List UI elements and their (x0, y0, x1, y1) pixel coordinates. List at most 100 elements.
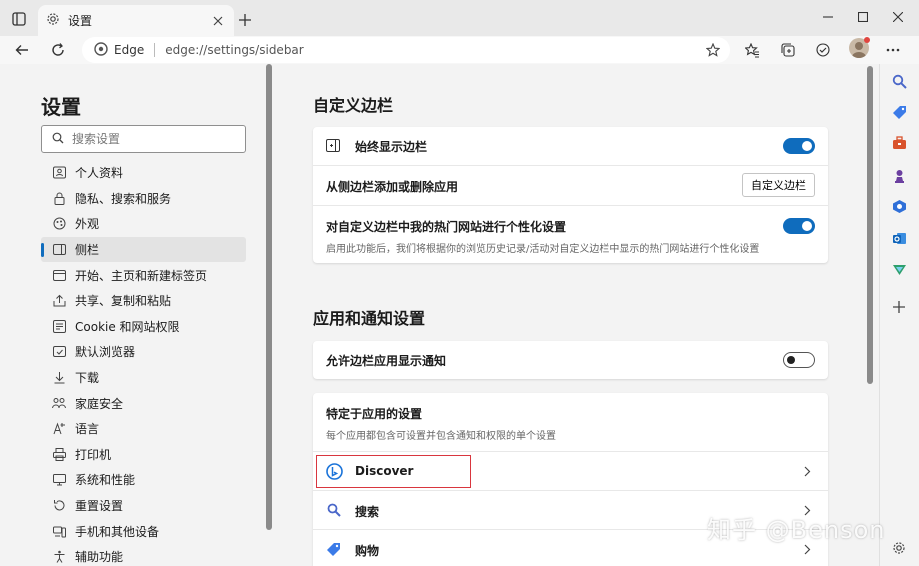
system-icon (51, 472, 67, 488)
search-box[interactable] (41, 125, 246, 153)
back-icon[interactable] (10, 38, 34, 62)
page-title: 设置 (41, 95, 81, 119)
nav-item-label: 系统和性能 (75, 473, 136, 488)
nav-item-label: 开始、主页和新建标签页 (75, 268, 208, 283)
nav-item-sidebar[interactable]: 侧栏 (41, 236, 246, 263)
customize-sidebar-button[interactable]: 自定义边栏 (742, 173, 815, 197)
nav-item-default-browser[interactable]: 默认浏览器 (41, 339, 246, 365)
nav-item-label: 个人资料 (75, 166, 124, 181)
nav-item-cookies[interactable]: Cookie 和网站权限 (41, 314, 246, 340)
download-icon (51, 370, 67, 386)
notifications-card: 允许边栏应用显示通知 (313, 341, 828, 379)
row-personalize: 对自定义边栏中我的热门网站进行个性化设置 启用此功能后，我们将根据你的浏览历史记… (313, 205, 828, 263)
nav-item-profile[interactable]: 个人资料 (41, 160, 246, 186)
nav-item-label: 外观 (75, 217, 100, 232)
chevron-right-icon (802, 544, 812, 554)
notification-dot (864, 37, 870, 43)
new-tab-button[interactable] (234, 9, 256, 31)
gear-icon (46, 12, 60, 29)
sidebar-add-icon[interactable] (889, 297, 909, 317)
nav-item-appearance[interactable]: 外观 (41, 211, 246, 237)
address-separator (154, 43, 156, 57)
nav-item-accessibility[interactable]: 辅助功能 (41, 544, 246, 566)
sidebar-outlook-icon[interactable] (889, 228, 909, 248)
close-window-icon[interactable] (886, 6, 910, 28)
search-app-icon (327, 503, 341, 520)
app-specific-description: 每个应用都包含可设置并包含通知和权限的单个设置 (326, 431, 556, 442)
browser-essentials-icon[interactable] (811, 38, 835, 62)
favorites-icon[interactable] (740, 38, 764, 62)
nav-item-label: 侧栏 (75, 243, 100, 258)
more-options-icon[interactable] (881, 38, 905, 62)
reset-icon (51, 498, 67, 514)
nav-item-label: 手机和其他设备 (75, 524, 160, 539)
collections-icon[interactable] (776, 38, 800, 62)
nav-item-system[interactable]: 系统和性能 (41, 467, 246, 493)
app-row-discover[interactable]: Discover (313, 451, 828, 490)
tab-actions-icon[interactable] (8, 8, 30, 30)
nav-item-phone[interactable]: 手机和其他设备 (41, 518, 246, 544)
settings-nav: 设置 个人资料 隐私、搜索和服务 外观 侧栏 (0, 64, 272, 566)
favorite-star-icon[interactable] (704, 41, 722, 59)
sidebar-office-icon[interactable] (889, 196, 909, 216)
tab-settings[interactable]: 设置 (38, 5, 234, 36)
app-label-shopping: 购物 (355, 544, 380, 558)
nav-item-downloads[interactable]: 下载 (41, 365, 246, 391)
profile-icon (51, 165, 67, 181)
always-show-label: 始终显示边栏 (355, 140, 428, 154)
accessibility-icon (51, 549, 67, 565)
sidebar-shopping-icon[interactable] (889, 102, 909, 122)
nav-item-family[interactable]: 家庭安全 (41, 390, 246, 416)
nav-item-reset[interactable]: 重置设置 (41, 493, 246, 519)
appearance-icon (51, 216, 67, 232)
browser-icon (51, 344, 67, 360)
sidebar-tools-icon[interactable] (889, 133, 909, 153)
nav-item-label: Cookie 和网站权限 (75, 319, 180, 334)
sidebar-settings-gear-icon[interactable] (889, 538, 909, 558)
allow-notifications-toggle[interactable] (783, 352, 815, 368)
nav-item-privacy[interactable]: 隐私、搜索和服务 (41, 186, 246, 212)
personalize-label: 对自定义边栏中我的热门网站进行个性化设置 (326, 220, 567, 234)
family-icon (51, 395, 67, 411)
row-always-show: 始终显示边栏 (313, 127, 828, 165)
row-add-remove: 从侧边栏添加或删除应用 自定义边栏 (313, 165, 828, 205)
sidebar-search-icon[interactable] (889, 71, 909, 91)
sidebar-games-icon[interactable] (889, 165, 909, 185)
main-scrollbar[interactable] (867, 66, 873, 384)
main-content: 自定义边栏 始终显示边栏 从侧边栏添加或删除应用 自定义边栏 对自定义边栏中我的… (272, 64, 879, 566)
nav-item-label: 共享、复制和粘贴 (75, 294, 172, 309)
row-app-specific: 特定于应用的设置 每个应用都包含可设置并包含通知和权限的单个设置 (313, 393, 828, 451)
maximize-icon[interactable] (851, 6, 875, 28)
section-title-customize: 自定义边栏 (313, 96, 394, 115)
close-tab-icon[interactable] (210, 13, 226, 29)
share-icon (51, 293, 67, 309)
nav-item-label: 默认浏览器 (75, 345, 136, 360)
edge-logo-icon (94, 41, 108, 59)
section-title-notifications: 应用和通知设置 (313, 309, 426, 328)
chevron-right-icon (802, 466, 812, 476)
address-bar[interactable]: Edge edge://settings/sidebar (82, 37, 730, 63)
search-input[interactable] (72, 132, 232, 146)
url-text[interactable]: edge://settings/sidebar (165, 43, 304, 57)
nav-item-label: 家庭安全 (75, 396, 124, 411)
site-label: Edge (114, 43, 145, 57)
nav-list: 个人资料 隐私、搜索和服务 外观 侧栏 开始、主页和新建标签页 共享、复制和粘贴 (41, 160, 246, 566)
row-allow-notifications: 允许边栏应用显示通知 (313, 341, 828, 379)
sidebar-drop-icon[interactable] (889, 260, 909, 280)
app-label-search: 搜索 (355, 505, 380, 519)
nav-item-home[interactable]: 开始、主页和新建标签页 (41, 262, 246, 288)
personalize-toggle[interactable] (783, 218, 815, 234)
nav-item-share[interactable]: 共享、复制和粘贴 (41, 288, 246, 314)
nav-item-label: 隐私、搜索和服务 (75, 191, 172, 206)
nav-item-printers[interactable]: 打印机 (41, 442, 246, 468)
nav-item-language[interactable]: 语言 (41, 416, 246, 442)
refresh-icon[interactable] (46, 38, 70, 62)
toolbar: Edge edge://settings/sidebar (0, 36, 919, 64)
nav-item-label: 重置设置 (75, 499, 124, 514)
language-icon (51, 421, 67, 437)
always-show-toggle[interactable] (783, 138, 815, 154)
minimize-icon[interactable] (816, 6, 840, 28)
edge-sidebar (879, 64, 919, 566)
discover-bing-icon (326, 463, 343, 483)
printer-icon (51, 446, 67, 462)
